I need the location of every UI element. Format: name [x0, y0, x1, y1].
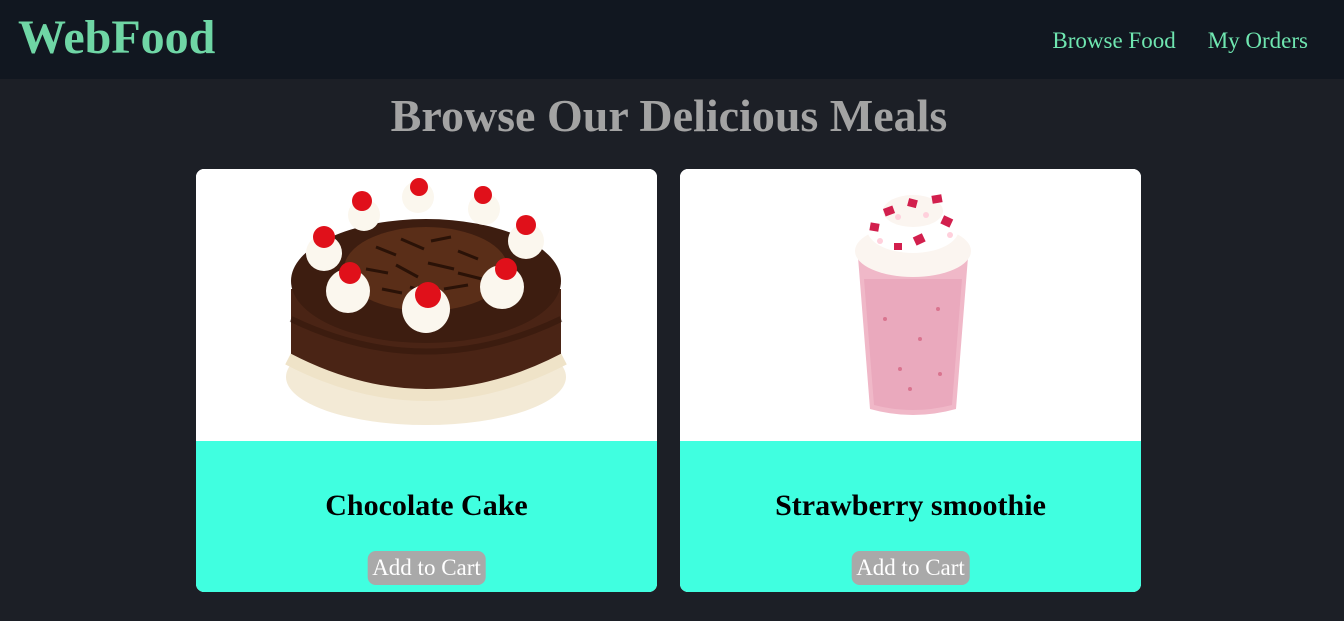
card-body: Strawberry smoothie Add to Cart [680, 441, 1141, 592]
add-to-cart-button[interactable]: Add to Cart [367, 551, 486, 585]
page-title: Browse Our Delicious Meals [390, 90, 948, 141]
nav-link-my-orders[interactable]: My Orders [1208, 27, 1308, 55]
chocolate-cake-image [196, 169, 657, 441]
brand-logo[interactable]: WebFood [18, 8, 215, 68]
food-name: Chocolate Cake [325, 489, 528, 522]
strawberry-smoothie-image [680, 169, 1141, 441]
food-name: Strawberry smoothie [775, 489, 1046, 522]
smoothie-illustration [855, 194, 971, 415]
navbar: WebFood Browse Food My Orders [0, 0, 1344, 79]
food-card: Strawberry smoothie Add to Cart [680, 169, 1141, 592]
add-to-cart-button[interactable]: Add to Cart [851, 551, 970, 585]
card-body: Chocolate Cake Add to Cart [196, 441, 657, 592]
cake-illustration [285, 178, 567, 425]
nav-links: Browse Food My Orders [1052, 27, 1308, 55]
food-card: Chocolate Cake Add to Cart [196, 169, 657, 592]
nav-link-browse-food[interactable]: Browse Food [1052, 27, 1175, 55]
